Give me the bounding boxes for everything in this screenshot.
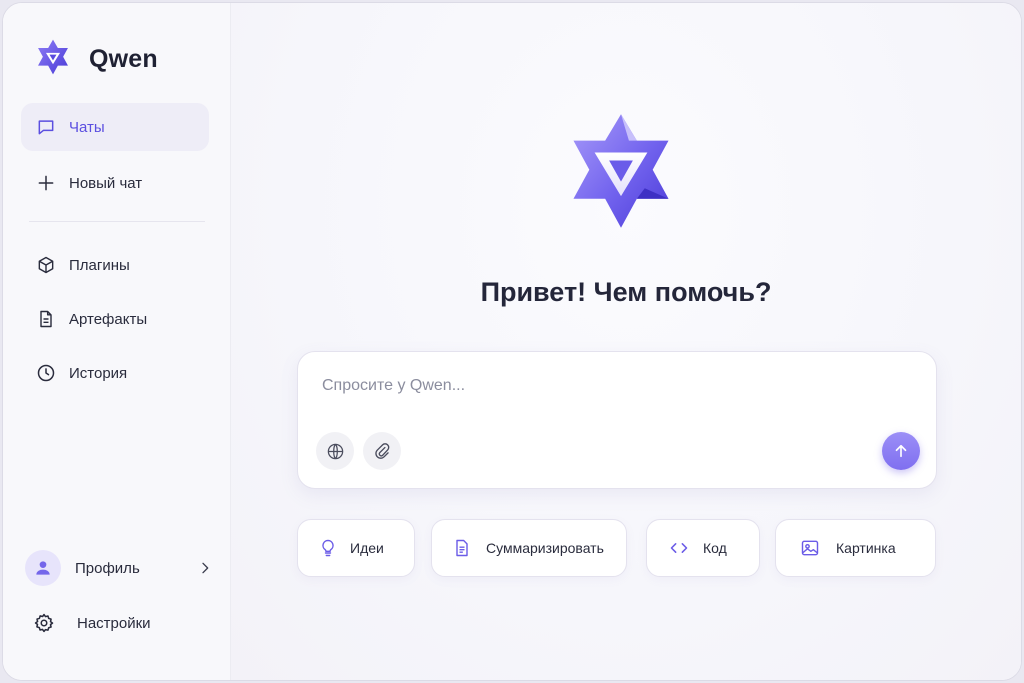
suggestion-code[interactable]: Код <box>646 519 760 577</box>
suggestion-image[interactable]: Картинка <box>775 519 936 577</box>
send-button[interactable] <box>882 432 920 470</box>
brand[interactable]: Qwen <box>31 37 158 81</box>
clock-icon <box>35 362 57 384</box>
code-icon <box>670 543 688 553</box>
globe-icon <box>327 443 343 459</box>
sidebar: Qwen Чаты Новый чат Плагины Артефакты Ис… <box>3 3 231 680</box>
qwen-logo-icon <box>38 39 68 75</box>
user-icon <box>36 561 50 575</box>
gear-icon <box>34 613 54 633</box>
document-icon <box>456 539 468 557</box>
image-icon <box>801 540 819 556</box>
plus-icon <box>35 172 57 194</box>
sidebar-item-history[interactable]: История <box>21 349 209 397</box>
cube-icon <box>35 254 57 276</box>
web-search-button[interactable] <box>316 432 354 470</box>
chat-composer <box>297 351 937 489</box>
attach-button[interactable] <box>363 432 401 470</box>
app-window: Qwen Чаты Новый чат Плагины Артефакты Ис… <box>2 2 1022 681</box>
chat-bubble-icon <box>35 116 57 138</box>
suggestion-label: Суммаризировать <box>486 540 604 556</box>
lightbulb-icon <box>322 539 334 557</box>
paperclip-icon <box>374 442 389 459</box>
settings-label: Настройки <box>77 614 151 632</box>
sidebar-item-plugins[interactable]: Плагины <box>21 241 209 289</box>
suggestion-label: Картинка <box>836 540 896 556</box>
settings-button[interactable]: Настройки <box>33 607 151 639</box>
greeting-title: Привет! Чем помочь? <box>480 277 772 307</box>
avatar <box>25 550 61 586</box>
document-icon <box>35 308 57 330</box>
sidebar-item-new-chat[interactable]: Новый чат <box>21 159 209 207</box>
app-title: Qwen <box>89 44 158 73</box>
profile-button[interactable]: Профиль <box>25 547 219 589</box>
sidebar-item-label: Новый чат <box>69 174 143 192</box>
arrow-up-icon <box>895 444 907 458</box>
sidebar-divider <box>29 221 205 222</box>
chevron-right-icon <box>202 562 209 574</box>
profile-label: Профиль <box>75 559 140 577</box>
sidebar-item-label: Плагины <box>69 256 130 274</box>
qwen-hero-logo-icon <box>573 114 669 228</box>
sidebar-item-label: История <box>69 364 128 382</box>
suggestion-label: Идеи <box>350 540 384 556</box>
suggestion-summarize[interactable]: Суммаризировать <box>431 519 627 577</box>
suggestion-label: Код <box>703 540 727 556</box>
main-area: Привет! Чем помочь? Идеи Суммаризировать… <box>231 3 1021 680</box>
sidebar-item-artifacts[interactable]: Артефакты <box>21 295 209 343</box>
message-input[interactable] <box>322 374 882 398</box>
suggestion-ideas[interactable]: Идеи <box>297 519 415 577</box>
sidebar-item-chats[interactable]: Чаты <box>21 103 209 151</box>
sidebar-item-label: Чаты <box>69 118 105 136</box>
sidebar-item-label: Артефакты <box>69 310 148 328</box>
